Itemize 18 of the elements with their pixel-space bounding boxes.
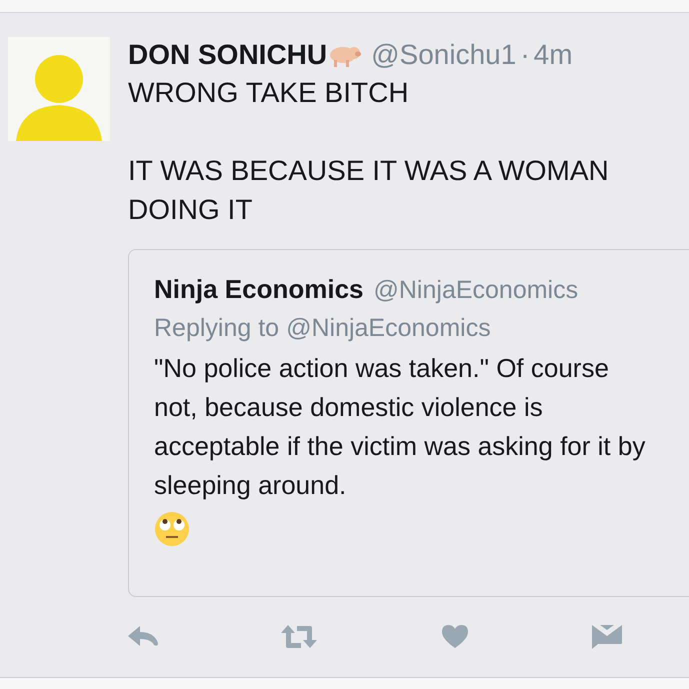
quoted-tweet-card[interactable]: Ninja Economics @NinjaEconomics Replying to @NinjaEconomics "No police action was taken." Of course not, because domestic violence is acceptable if the victim was asking for it by sleeping around. (128, 248, 689, 596)
quoted-tweet-text: "No police action was taken." Of course not, because domestic violence is acceptable if the victim was asking for it by sleeping around. (154, 352, 646, 502)
retweet-icon[interactable] (280, 624, 318, 648)
display-name: DON SONICHU (128, 38, 328, 72)
tweet-text-line: WRONG TAKE BITCH (128, 76, 410, 110)
reply-label: Replying to (154, 312, 280, 344)
timestamp[interactable]: 4m (534, 38, 573, 72)
reply-icon[interactable] (128, 624, 160, 648)
heart-icon[interactable] (441, 624, 469, 649)
tweet-text-line: IT WAS BECAUSE IT WAS A WOMAN (128, 154, 610, 188)
user-handle[interactable]: @Sonichu1 (371, 38, 516, 72)
tweet-text-line: DOING IT (128, 192, 254, 226)
quoted-user-handle[interactable]: @NinjaEconomics (374, 270, 578, 308)
quoted-display-name: Ninja Economics (154, 272, 364, 306)
reply-to-link[interactable]: @NinjaEconomics (286, 308, 491, 346)
message-icon[interactable] (592, 624, 622, 648)
separator: · (520, 38, 530, 72)
eye-roll-emoji-icon (154, 510, 190, 546)
